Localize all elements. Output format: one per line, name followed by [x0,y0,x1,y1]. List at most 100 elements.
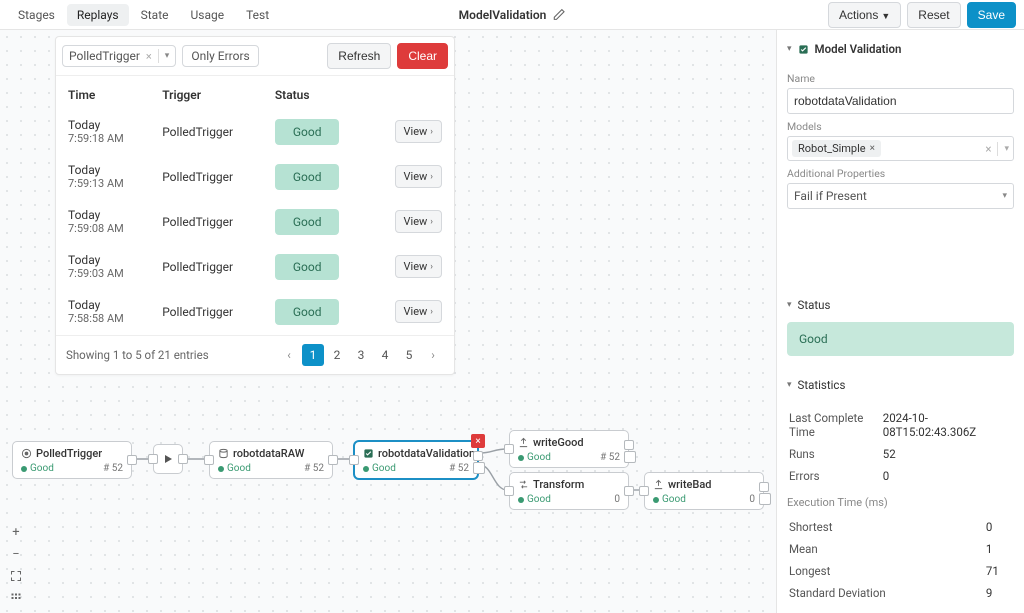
page-4[interactable]: 4 [374,344,396,366]
top-actions: Actions▼ Reset Save [828,2,1016,28]
status-dot-icon [518,497,524,503]
node-title: writeBad [668,478,711,491]
reset-button[interactable]: Reset [907,2,960,28]
page-5[interactable]: 5 [398,344,420,366]
node-robotdata-raw[interactable]: robotdataRAW Good# 52 [209,441,333,479]
page-title-wrap: ModelValidation [459,8,566,22]
actions-dropdown[interactable]: Actions▼ [828,2,901,28]
chevron-down-icon: ▾ [787,300,792,310]
edit-icon[interactable] [552,8,565,21]
page-3[interactable]: 3 [350,344,372,366]
table-row: Today7:59:03 AM PolledTrigger Good View› [58,245,452,288]
status-value: Good [787,322,1014,356]
stat-value: 9 [986,583,1012,603]
input-port[interactable] [349,455,359,465]
models-select[interactable]: Robot_Simple × × ▾ [787,136,1014,161]
page-2[interactable]: 2 [326,344,348,366]
canvas[interactable]: PolledTrigger × ▾ Only Errors Refresh Cl… [0,30,776,613]
tab-state[interactable]: State [131,4,179,26]
clear-button[interactable]: Clear [397,43,448,69]
tab-replays[interactable]: Replays [67,4,129,26]
output-port[interactable] [624,486,634,496]
replays-header: PolledTrigger × ▾ Only Errors Refresh Cl… [56,37,454,76]
row-day: Today [68,208,140,222]
row-day: Today [68,253,140,267]
row-day: Today [68,163,140,177]
additional-properties-select[interactable]: Fail if Present ▾ [787,183,1014,209]
zoom-out-icon[interactable]: − [6,545,26,563]
section-status[interactable]: ▾ Status [787,294,1014,316]
tab-test[interactable]: Test [236,4,279,26]
tab-usage[interactable]: Usage [180,4,234,26]
upload-icon [518,437,529,448]
zoom-in-icon[interactable]: + [6,523,26,541]
view-button[interactable]: View› [395,165,442,188]
stat-value: 52 [883,444,1012,464]
input-port[interactable] [504,444,514,454]
chip-remove-icon[interactable]: × [870,143,875,154]
status-dot-icon [218,466,224,472]
trigger-filter-label: PolledTrigger [69,49,140,63]
label-additional: Additional Properties [787,167,1014,180]
clear-trigger-icon[interactable]: × [146,50,152,63]
chevron-right-icon: › [430,307,433,317]
output-port[interactable] [473,451,483,461]
node-count: # 52 [600,452,620,463]
fullscreen-icon[interactable] [6,567,26,585]
chevron-down-icon[interactable]: ▾ [1004,144,1009,154]
output-port[interactable] [178,454,188,464]
chevron-right-icon: › [430,217,433,227]
exec-stats-table: Shortest0 Mean1 Longest71 Standard Devia… [787,515,1014,605]
input-port[interactable] [204,455,214,465]
node-write-good[interactable]: writeGood Good# 52 [509,430,629,468]
trigger-filter[interactable]: PolledTrigger × ▾ [62,45,176,67]
chevron-down-icon[interactable]: ▾ [165,51,170,61]
label-name: Name [787,72,1014,85]
input-port[interactable] [504,486,514,496]
node-count: # 52 [103,463,123,474]
row-time: 7:59:03 AM [68,267,140,280]
grid-icon[interactable] [6,589,26,607]
section-statistics[interactable]: ▾ Statistics [787,374,1014,396]
page-prev[interactable]: ‹ [278,344,300,366]
view-button[interactable]: View› [395,300,442,323]
chevron-right-icon: › [430,172,433,182]
page-next[interactable]: › [422,344,444,366]
section-model-validation[interactable]: ▾ Model Validation [787,38,1014,60]
table-row: Today7:59:18 AM PolledTrigger Good View› [58,110,452,153]
check-icon [363,448,374,459]
node-title: robotdataRAW [233,447,304,460]
name-input[interactable] [787,88,1014,114]
refresh-button[interactable]: Refresh [327,43,391,69]
input-port[interactable] [639,486,649,496]
node-robotdata-validation[interactable]: × robotdataValidation Good# 52 [354,441,478,479]
stat-label: Last Complete Time [789,408,881,442]
output-port[interactable] [759,482,769,492]
input-port[interactable] [148,454,158,464]
output-port[interactable] [127,455,137,465]
view-button[interactable]: View› [395,210,442,233]
play-node[interactable] [153,444,183,474]
clear-all-icon[interactable]: × [985,142,991,156]
page-1[interactable]: 1 [302,344,324,366]
tab-stages[interactable]: Stages [8,4,65,26]
chevron-down-icon: ▾ [1002,191,1007,201]
node-transform[interactable]: Transform Good0 [509,472,629,510]
view-button[interactable]: View› [395,120,442,143]
col-time: Time [58,78,150,108]
node-polled-trigger[interactable]: PolledTrigger Good# 52 [12,441,132,479]
only-errors-toggle[interactable]: Only Errors [182,45,258,67]
section-title: Model Validation [815,42,902,56]
output-port[interactable] [328,455,338,465]
page-title: ModelValidation [459,8,547,22]
node-write-bad[interactable]: writeBad Good0 [644,472,764,510]
save-button[interactable]: Save [967,2,1016,28]
node-status: Good [662,494,686,505]
view-button[interactable]: View› [395,255,442,278]
label-models: Models [787,120,1014,133]
col-trigger: Trigger [152,78,263,108]
output-port[interactable] [624,440,634,450]
chevron-right-icon: › [430,127,433,137]
row-trigger: PolledTrigger [152,155,263,198]
close-icon[interactable]: × [471,434,485,448]
